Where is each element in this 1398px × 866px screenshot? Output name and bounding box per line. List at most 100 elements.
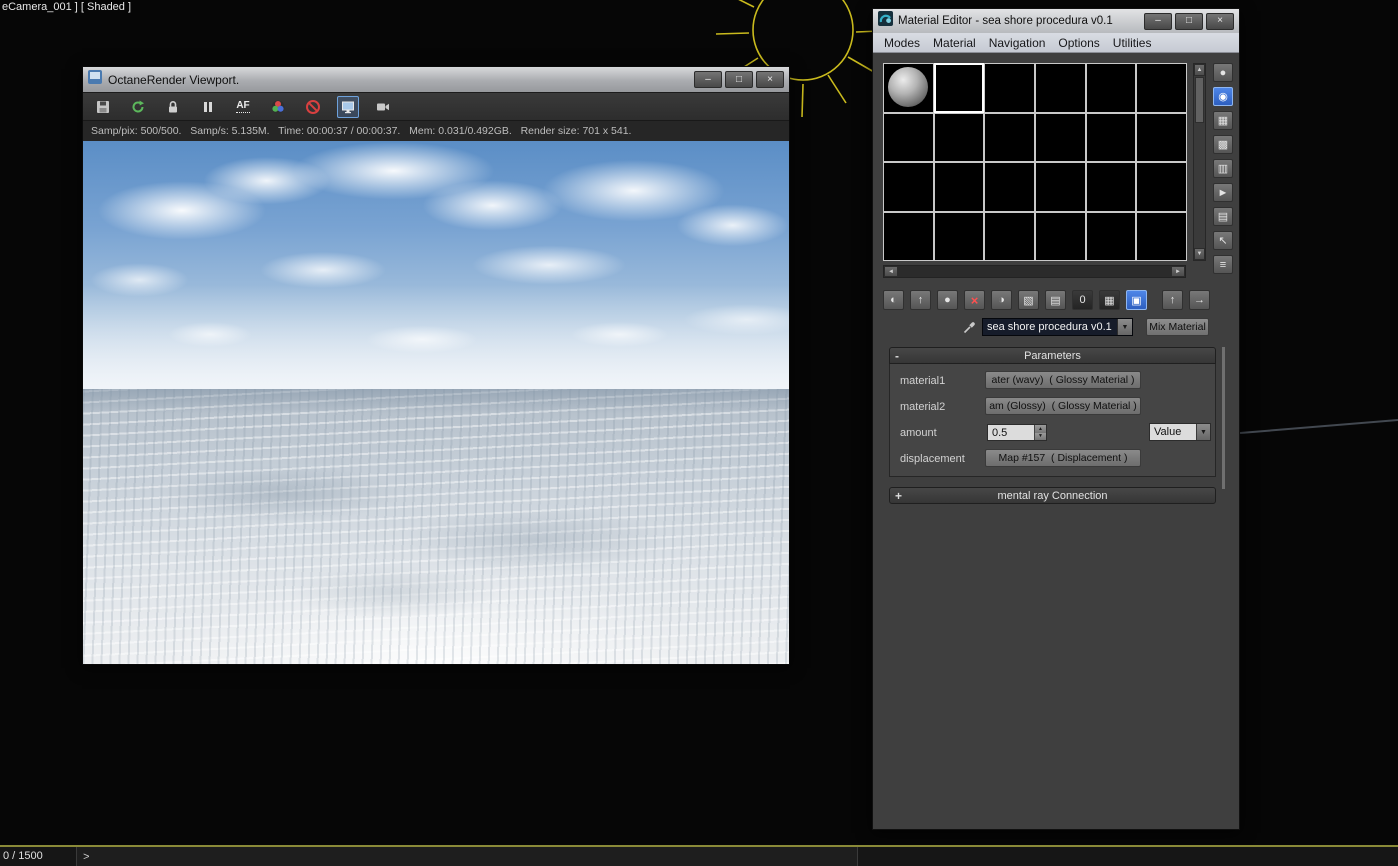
lock-thumbnail-icon[interactable] <box>162 96 184 118</box>
material-slot[interactable] <box>883 112 934 162</box>
show-end-result-icon[interactable]: ▣ <box>1126 290 1147 310</box>
amount-spinner[interactable]: ▲ ▼ <box>1034 425 1046 440</box>
backlight-icon[interactable]: ◉ <box>1213 87 1233 106</box>
material-slot[interactable] <box>1085 162 1137 212</box>
material-id-channel-icon[interactable]: 0 <box>1072 290 1093 310</box>
material-slot[interactable] <box>1035 162 1086 212</box>
menu-material[interactable]: Material <box>933 36 976 50</box>
menu-utilities[interactable]: Utilities <box>1113 36 1152 50</box>
material-slot[interactable] <box>1136 211 1187 261</box>
material-slot[interactable] <box>1136 63 1187 113</box>
material-slot[interactable] <box>1136 112 1187 162</box>
material-editor-options-icon[interactable]: ▤ <box>1213 207 1233 226</box>
material-slot[interactable] <box>1085 112 1137 162</box>
save-render-icon[interactable] <box>92 96 114 118</box>
material-slot[interactable] <box>984 112 1035 162</box>
pause-render-icon[interactable] <box>197 96 219 118</box>
go-to-parent-icon[interactable]: ↑ <box>1162 290 1183 310</box>
select-by-material-icon[interactable]: ↖ <box>1213 231 1233 250</box>
material-slot[interactable] <box>1085 63 1137 113</box>
material-slot[interactable] <box>984 63 1035 113</box>
video-color-check-icon[interactable]: ▥ <box>1213 159 1233 178</box>
get-material-icon[interactable]: ◐ <box>883 290 904 310</box>
pick-material-eyedropper-icon[interactable] <box>962 319 978 340</box>
material-slot[interactable] <box>883 162 934 212</box>
material-slot[interactable] <box>1035 211 1086 261</box>
parameters-rollout-header[interactable]: - Parameters <box>889 347 1216 364</box>
viewport-shading-label[interactable]: eCamera_001 ] [ Shaded ] <box>2 1 131 13</box>
amount-input[interactable]: 0.5 ▲ ▼ <box>987 424 1047 441</box>
3dsmax-logo-icon <box>878 11 893 31</box>
slots-vertical-scrollbar[interactable]: ▲ ▼ <box>1193 63 1206 261</box>
octane-close-button[interactable]: × <box>756 71 784 88</box>
material-slot[interactable] <box>984 162 1035 212</box>
displacement-button[interactable]: Map #157 ( Displacement ) <box>985 449 1141 467</box>
material-slot[interactable] <box>933 112 985 162</box>
camera-export-icon[interactable] <box>372 96 394 118</box>
material-slot[interactable] <box>1085 211 1137 261</box>
material-slot[interactable] <box>984 211 1035 261</box>
display-mode-icon[interactable] <box>337 95 359 118</box>
material2-button[interactable]: am (Glossy) ( Glossy Material ) <box>985 397 1141 415</box>
put-to-library-icon[interactable]: ▤ <box>1045 290 1066 310</box>
spinner-down-icon[interactable]: ▼ <box>1034 432 1046 440</box>
octane-titlebar[interactable]: OctaneRender Viewport. – □ × <box>83 67 789 92</box>
amount-label: amount <box>900 427 937 439</box>
maxscript-mini-listener[interactable]: > <box>76 847 858 866</box>
horizontal-scroll-track[interactable] <box>898 266 1171 277</box>
mental-ray-rollout-header[interactable]: + mental ray Connection <box>889 487 1216 504</box>
material-name-dropdown[interactable]: sea shore procedura v0.1 ▼ <box>982 318 1133 336</box>
color-wheel-icon[interactable] <box>267 96 289 118</box>
material-slot[interactable] <box>1136 162 1187 212</box>
material-editor-titlebar[interactable]: Material Editor - sea shore procedura v0… <box>873 9 1239 33</box>
make-material-copy-icon[interactable]: ◑ <box>991 290 1012 310</box>
mat-minimize-button[interactable]: – <box>1144 12 1172 30</box>
sample-uv-tiling-icon[interactable]: ▩ <box>1213 135 1233 154</box>
restart-render-icon[interactable] <box>127 96 149 118</box>
material-slot[interactable] <box>933 211 985 261</box>
menu-navigation[interactable]: Navigation <box>989 36 1046 50</box>
menu-options[interactable]: Options <box>1058 36 1099 50</box>
scroll-down-icon[interactable]: ▼ <box>1194 248 1205 260</box>
go-forward-to-sibling-icon[interactable]: → <box>1189 290 1210 310</box>
mat-close-button[interactable]: × <box>1206 12 1234 30</box>
scroll-up-icon[interactable]: ▲ <box>1194 64 1205 76</box>
slots-horizontal-scrollbar[interactable]: ◄ ► <box>883 265 1186 278</box>
octane-minimize-button[interactable]: – <box>694 71 722 88</box>
dropdown-arrow-icon[interactable]: ▼ <box>1117 319 1132 335</box>
material-type-button[interactable]: Mix Material <box>1146 318 1209 336</box>
stop-render-icon[interactable] <box>302 96 324 118</box>
material-slot[interactable] <box>933 162 985 212</box>
material-slot[interactable] <box>1035 63 1086 113</box>
material-editor-window: Material Editor - sea shore procedura v0… <box>872 8 1240 830</box>
material-slot[interactable] <box>883 211 934 261</box>
material-slot[interactable] <box>1035 112 1086 162</box>
show-map-in-viewport-icon[interactable]: ▦ <box>1099 290 1120 310</box>
dropdown-arrow-icon[interactable]: ▼ <box>1196 424 1210 440</box>
amount-mode-dropdown[interactable]: Value ▼ <box>1149 423 1211 441</box>
assign-material-to-selection-icon[interactable]: ● <box>937 290 958 310</box>
autofocus-icon[interactable]: AF <box>232 96 254 118</box>
spinner-up-icon[interactable]: ▲ <box>1034 425 1046 433</box>
material-slot-1[interactable] <box>883 63 934 113</box>
make-unique-icon[interactable]: ▧ <box>1018 290 1039 310</box>
sample-type-sphere-icon[interactable]: ● <box>1213 63 1233 82</box>
mat-maximize-button[interactable]: □ <box>1175 12 1203 30</box>
material-map-navigator-icon[interactable]: ≡ <box>1213 255 1233 274</box>
material-editor-menubar: Modes Material Navigation Options Utilit… <box>873 33 1239 53</box>
put-material-to-scene-icon[interactable]: ↑ <box>910 290 931 310</box>
rollout-scrollbar[interactable] <box>1222 347 1225 489</box>
make-preview-icon[interactable]: ► <box>1213 183 1233 202</box>
scroll-right-icon[interactable]: ► <box>1171 266 1185 277</box>
material1-button[interactable]: ater (wavy) ( Glossy Material ) <box>985 371 1141 389</box>
octane-toolbar: AF <box>83 92 789 121</box>
reset-map-icon[interactable]: × <box>964 290 985 310</box>
background-icon[interactable]: ▦ <box>1213 111 1233 130</box>
octane-maximize-button[interactable]: □ <box>725 71 753 88</box>
material-slot-2-selected[interactable] <box>933 63 985 113</box>
scene-horizon-line <box>1240 419 1398 434</box>
vertical-scroll-thumb[interactable] <box>1195 77 1204 123</box>
scroll-left-icon[interactable]: ◄ <box>884 266 898 277</box>
material-sample-slots <box>883 63 1187 261</box>
menu-modes[interactable]: Modes <box>884 36 920 50</box>
